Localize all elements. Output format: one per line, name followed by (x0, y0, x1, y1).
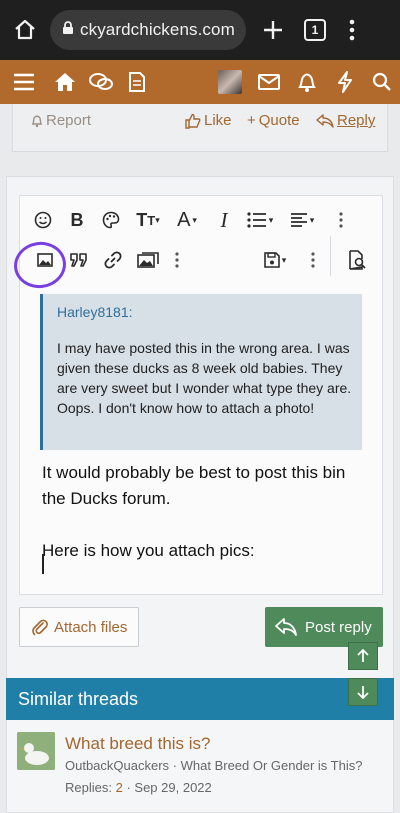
quote-label: Quote (258, 112, 300, 129)
new-tab-icon[interactable] (260, 17, 286, 43)
quote-line: Oops. I don't know how to attach a photo… (57, 400, 315, 416)
thumbs-up-icon (185, 113, 201, 129)
site-nav-bar (0, 60, 400, 104)
reply-link[interactable]: Reply (316, 112, 375, 129)
text-color-icon[interactable]: A ▾ (170, 200, 204, 240)
thread-meta: OutbackQuackers · What Breed Or Gender i… (65, 758, 362, 773)
hamburger-menu-icon[interactable] (0, 60, 48, 104)
editor-toolbar-row-2: ▾ (20, 240, 382, 280)
url-text: ckyardchickens.com (80, 20, 235, 39)
report-link[interactable]: Report (31, 112, 91, 129)
arrow-down-icon (357, 686, 369, 699)
replies-count: 2 (115, 780, 123, 795)
tab-count-button[interactable]: 1 (304, 19, 326, 41)
arrow-up-icon (357, 649, 369, 662)
paperclip-icon (32, 619, 48, 636)
quote-body: I may have posted this in the wrong area… (57, 338, 357, 418)
quote-block: Harley8181: I may have posted this in th… (40, 294, 362, 450)
avatar[interactable] (210, 60, 250, 104)
articles-icon[interactable] (120, 60, 154, 104)
reply-body: It would probably be best to post this b… (42, 460, 372, 564)
reply-line: Here is how you attach pics: (42, 541, 255, 560)
post-reply-label: Post reply (305, 618, 372, 636)
rich-text-editor[interactable]: B T T ▾ A ▾ I ▾ ▾ ▾ Harley8181: I may ha… (19, 195, 383, 595)
reply-label: Reply (337, 112, 376, 129)
bell-icon[interactable] (288, 60, 326, 104)
preview-icon[interactable] (342, 240, 372, 280)
quote-line: I may have posted this in the wrong area… (57, 340, 352, 396)
text-caret (42, 554, 44, 574)
similar-threads-header: Similar threads (6, 678, 394, 720)
address-bar[interactable]: ckyardchickens.com (50, 10, 246, 50)
link-icon[interactable] (100, 240, 126, 280)
forums-icon[interactable] (82, 60, 120, 104)
envelope-icon[interactable] (250, 60, 288, 104)
quote-link[interactable]: + Quote (247, 112, 300, 129)
kebab-menu-icon[interactable] (342, 17, 362, 43)
font-size-icon[interactable]: T T ▾ (128, 200, 168, 240)
lightning-icon[interactable] (326, 60, 364, 104)
browser-toolbar: ckyardchickens.com 1 (0, 0, 400, 60)
similar-threads-title: Similar threads (18, 688, 139, 709)
media-icon[interactable] (134, 240, 162, 280)
reply-line: It would probably be best to post this b… (42, 463, 346, 508)
quote-author: Harley8181: (57, 304, 133, 320)
bold-icon[interactable]: B (64, 200, 90, 240)
thread-forum[interactable]: What Breed Or Gender is This? (181, 758, 363, 773)
align-icon[interactable]: ▾ (284, 200, 320, 240)
home-nav-icon[interactable] (48, 60, 82, 104)
separator-dot: · (172, 758, 181, 773)
plus-icon: + (247, 112, 256, 129)
post-footer: Report Like + Quote Reply (12, 104, 388, 152)
reply-line (42, 512, 372, 538)
scroll-to-bottom-button[interactable] (348, 678, 378, 706)
list-icon[interactable]: ▾ (242, 200, 278, 240)
page-content: Report Like + Quote Reply B T T ▾ A ▾ I … (0, 104, 400, 813)
more-icon[interactable] (304, 240, 322, 280)
search-icon[interactable] (364, 60, 400, 104)
italic-icon[interactable]: I (212, 200, 236, 240)
more-icon[interactable] (332, 200, 350, 240)
thread-stats: Replies: 2 · Sep 29, 2022 (65, 780, 212, 795)
like-label: Like (204, 112, 232, 129)
reply-arrow-icon (275, 618, 297, 636)
quote-icon[interactable] (66, 240, 92, 280)
bell-icon (31, 115, 43, 127)
home-icon[interactable] (12, 17, 38, 43)
palette-icon[interactable] (98, 200, 124, 240)
replies-label: Replies: (65, 780, 112, 795)
like-link[interactable]: Like (185, 112, 232, 129)
lock-icon (62, 20, 74, 40)
more-icon[interactable] (168, 240, 186, 280)
attach-files-label: Attach files (54, 618, 128, 636)
thread-thumbnail[interactable] (17, 732, 55, 770)
similar-threads-list: What breed this is? OutbackQuackers · Wh… (6, 720, 394, 813)
reply-arrow-icon (316, 113, 334, 128)
thread-author[interactable]: OutbackQuackers (65, 758, 169, 773)
toolbar-divider (330, 236, 331, 276)
report-label: Report (46, 112, 92, 129)
post-reply-button[interactable]: Post reply (265, 607, 383, 647)
scroll-to-top-button[interactable] (348, 642, 378, 670)
thread-date: Sep 29, 2022 (134, 780, 212, 795)
smile-icon[interactable] (28, 200, 58, 240)
attach-files-button[interactable]: Attach files (19, 607, 139, 647)
thread-title-link[interactable]: What breed this is? (65, 734, 211, 754)
save-draft-icon[interactable]: ▾ (256, 240, 294, 280)
editor-toolbar-row-1: B T T ▾ A ▾ I ▾ ▾ (20, 200, 382, 240)
